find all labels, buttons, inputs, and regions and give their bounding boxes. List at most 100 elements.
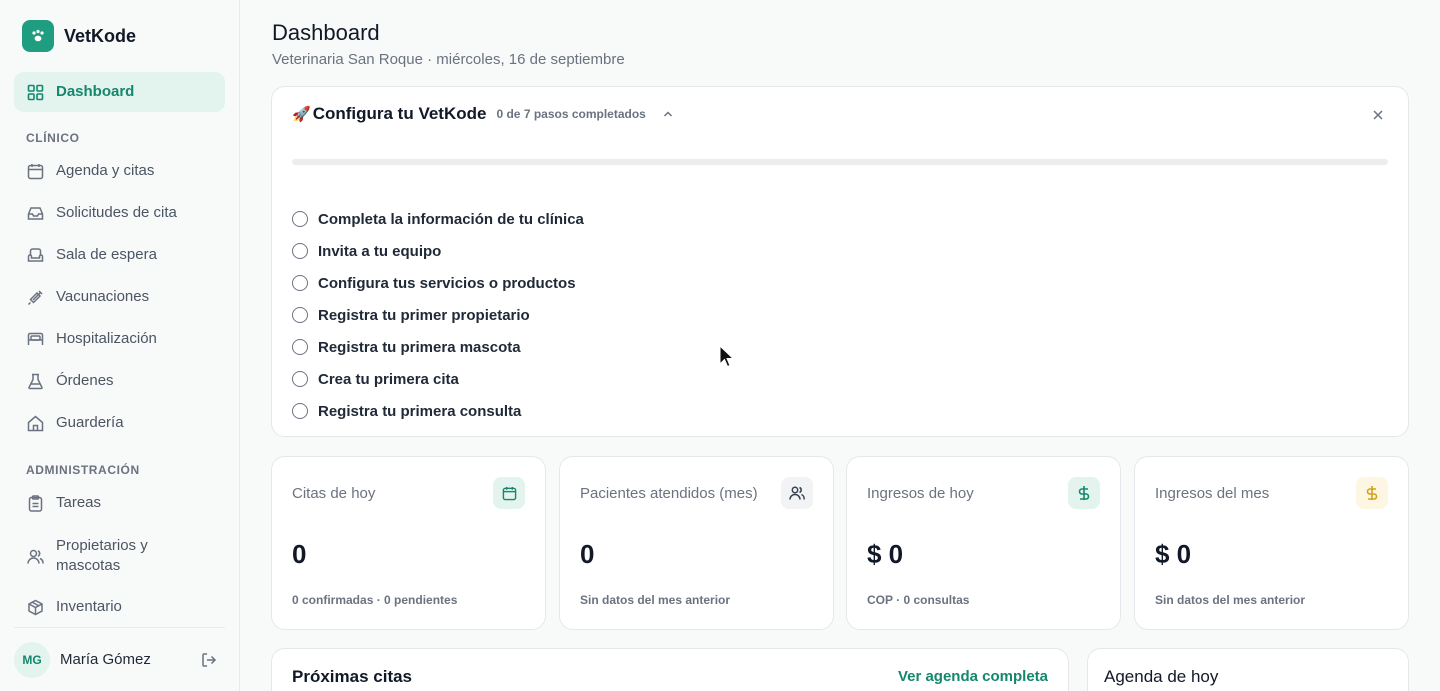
stat-card: Pacientes atendidos (mes) 0 Sin datos de… (559, 456, 834, 630)
dollar-icon (1356, 477, 1388, 509)
proximas-citas-card: Próximas citas Ver agenda completa (271, 648, 1069, 691)
sidebar-item-label: Hospitalización (56, 330, 157, 347)
sidebar-item-sala-espera[interactable]: Sala de espera (14, 235, 225, 275)
calendar-icon (26, 162, 44, 180)
stat-footnote: Sin datos del mes anterior (580, 593, 731, 607)
setup-step[interactable]: Registra tu primera consulta (292, 395, 584, 427)
setup-step-label: Completa la información de tu clínica (318, 210, 584, 228)
stat-card: Ingresos del mes $ 0 Sin datos del mes a… (1134, 456, 1409, 630)
setup-step[interactable]: Configura tus servicios o productos (292, 267, 584, 299)
stat-value: $ 0 (1155, 539, 1192, 569)
syringe-icon (26, 288, 44, 306)
radio-circle-icon (292, 243, 308, 259)
close-icon[interactable] (1368, 105, 1388, 125)
inbox-icon (26, 204, 44, 222)
sidebar-item-label: Sala de espera (56, 246, 157, 263)
flask-icon (26, 372, 44, 390)
grid-icon (26, 83, 44, 101)
chevron-up-icon[interactable] (660, 106, 676, 122)
ver-agenda-link[interactable]: Ver agenda completa (898, 668, 1048, 685)
users-icon (26, 547, 44, 565)
sidebar-item-label: Inventario (56, 598, 122, 615)
radio-circle-icon (292, 307, 308, 323)
sidebar: VetKode Dashboard CLÍNICO Agenda y citas… (0, 0, 240, 691)
mouse-cursor-icon (719, 345, 735, 368)
radio-circle-icon (292, 339, 308, 355)
sidebar-item-propietarios[interactable]: Propietarios y mascotas (14, 534, 225, 578)
stat-card: Ingresos de hoy $ 0 COP · 0 consultas (846, 456, 1121, 630)
stat-label: Pacientes atendidos (mes) (580, 485, 758, 502)
setup-progress-text: 0 de 7 pasos completados (496, 107, 646, 121)
setup-step-label: Registra tu primer propietario (318, 306, 530, 324)
package-icon (26, 598, 44, 616)
section-label-clinico: CLÍNICO (26, 131, 80, 145)
setup-step[interactable]: Completa la información de tu clínica (292, 203, 584, 235)
app-name: VetKode (64, 25, 137, 46)
setup-step-label: Registra tu primera mascota (318, 338, 521, 356)
radio-circle-icon (292, 211, 308, 227)
stat-value: 0 (580, 539, 595, 569)
agenda-hoy-card: Agenda de hoy (1087, 648, 1409, 691)
stat-label: Ingresos del mes (1155, 485, 1270, 502)
radio-circle-icon (292, 275, 308, 291)
dollar-icon (1068, 477, 1100, 509)
sidebar-item-label: Agenda y citas (56, 162, 155, 179)
rocket-icon: 🚀 (292, 106, 311, 123)
stat-value: $ 0 (867, 539, 904, 569)
setup-step-label: Crea tu primera cita (318, 370, 459, 388)
sidebar-item-label: Propietarios y mascotas (56, 537, 148, 574)
setup-step-label: Configura tus servicios o productos (318, 274, 576, 292)
setup-title: Configura tu VetKode (312, 104, 487, 123)
sidebar-item-label: Dashboard (56, 83, 135, 100)
setup-progress-bar (292, 159, 1388, 165)
agenda-hoy-title: Agenda de hoy (1104, 667, 1219, 686)
sidebar-item-dashboard[interactable]: Dashboard (14, 72, 225, 112)
stat-label: Ingresos de hoy (867, 485, 974, 502)
logout-icon[interactable] (199, 650, 219, 670)
sidebar-item-solicitudes[interactable]: Solicitudes de cita (14, 193, 225, 233)
stat-footnote: Sin datos del mes anterior (1155, 593, 1306, 607)
sidebar-item-inventario[interactable]: Inventario (14, 587, 225, 627)
stat-label: Citas de hoy (292, 485, 376, 502)
clipboard-icon (26, 494, 44, 512)
user-name: María Gómez (60, 651, 151, 668)
sidebar-item-vacunaciones[interactable]: Vacunaciones (14, 277, 225, 317)
sidebar-item-label: Guardería (56, 414, 124, 431)
radio-circle-icon (292, 403, 308, 419)
setup-step[interactable]: Registra tu primera mascota (292, 331, 584, 363)
setup-steps: Completa la información de tu clínica Inv… (292, 203, 584, 427)
setup-step-label: Invita a tu equipo (318, 242, 442, 260)
setup-step-label: Registra tu primera consulta (318, 402, 522, 420)
sidebar-item-ordenes[interactable]: Órdenes (14, 361, 225, 401)
section-label-administracion: ADMINISTRACIÓN (26, 463, 140, 477)
bed-icon (26, 330, 44, 348)
page-subtitle: Veterinaria San Roque · miércoles, 16 de… (272, 51, 625, 68)
sidebar-item-tareas[interactable]: Tareas (14, 483, 225, 523)
stat-value: 0 (292, 539, 307, 569)
setup-header: 🚀 Configura tu VetKode 0 de 7 pasos comp… (292, 104, 676, 124)
sidebar-item-agenda[interactable]: Agenda y citas (14, 151, 225, 191)
user-profile[interactable]: MG María Gómez (14, 627, 225, 691)
paw-icon (22, 20, 54, 52)
sidebar-item-label: Órdenes (56, 372, 114, 389)
stat-footnote: 0 confirmadas · 0 pendientes (292, 593, 458, 607)
proximas-citas-title: Próximas citas (292, 667, 413, 686)
sidebar-item-guarderia[interactable]: Guardería (14, 403, 225, 443)
stat-card: Citas de hoy 0 0 confirmadas · 0 pendien… (271, 456, 546, 630)
sidebar-item-label: Solicitudes de cita (56, 204, 177, 221)
setup-step[interactable]: Invita a tu equipo (292, 235, 584, 267)
page-title: Dashboard (272, 20, 380, 45)
house-icon (26, 414, 44, 432)
setup-step[interactable]: Registra tu primer propietario (292, 299, 584, 331)
armchair-icon (26, 246, 44, 264)
users-icon (781, 477, 813, 509)
sidebar-item-label: Tareas (56, 494, 102, 511)
setup-card: 🚀 Configura tu VetKode 0 de 7 pasos comp… (271, 86, 1409, 437)
sidebar-item-hospitalizacion[interactable]: Hospitalización (14, 319, 225, 359)
setup-step[interactable]: Crea tu primera cita (292, 363, 584, 395)
stat-footnote: COP · 0 consultas (867, 593, 970, 607)
radio-circle-icon (292, 371, 308, 387)
calendar-icon (493, 477, 525, 509)
sidebar-item-label: Vacunaciones (56, 288, 150, 305)
brand[interactable]: VetKode (22, 20, 136, 52)
